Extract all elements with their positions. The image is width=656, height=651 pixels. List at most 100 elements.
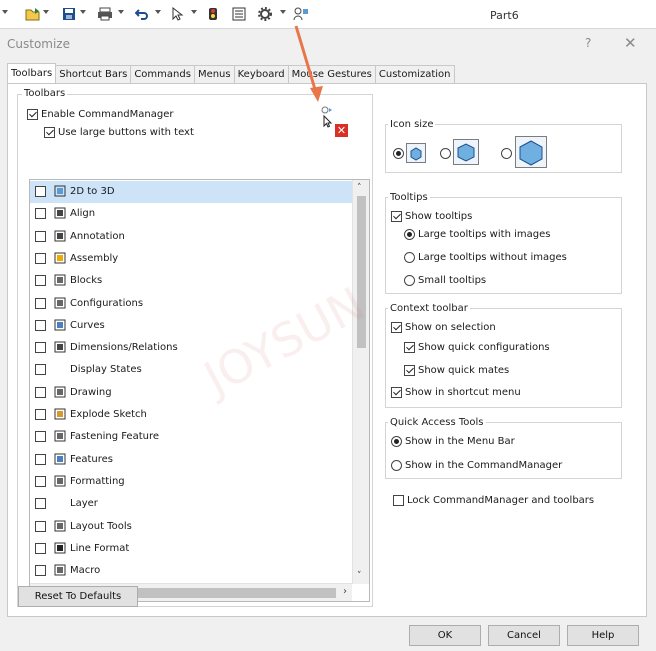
tab-toolbars[interactable]: Toolbars <box>7 63 57 84</box>
toolbar-list-checkbox[interactable] <box>35 364 46 376</box>
toolbar-list-item[interactable]: Explode Sketch <box>30 404 352 426</box>
cancel-button[interactable]: Cancel <box>488 625 560 646</box>
toolbar-list-label: Layer <box>70 498 98 510</box>
toolbar-list-label: Features <box>70 453 113 465</box>
icon-size-small-radio[interactable] <box>393 148 404 159</box>
dropdown-arrow-icon[interactable] <box>280 10 286 14</box>
toolbar-list-checkbox[interactable] <box>35 342 46 354</box>
large-buttons-checkbox[interactable] <box>44 127 55 138</box>
toolbar-list-checkbox[interactable] <box>35 186 46 197</box>
toolbar-list-item[interactable]: Drawing <box>30 382 352 404</box>
tab-commands[interactable]: Commands <box>130 65 195 84</box>
toolbar-list-label: Formatting <box>70 475 125 487</box>
large-tooltips-no-images-radio[interactable] <box>404 252 415 263</box>
toolbar-list-checkbox[interactable] <box>35 319 46 331</box>
toolbar-list-checkbox[interactable] <box>35 431 46 443</box>
toolbar-list-item[interactable]: Fastening Feature <box>30 426 352 448</box>
print-icon[interactable] <box>97 6 113 22</box>
large-tooltips-images-radio[interactable] <box>404 229 415 240</box>
toolbar-list-checkbox[interactable] <box>35 409 46 420</box>
dropdown-arrow-icon[interactable] <box>118 10 124 14</box>
dropdown-arrow-icon[interactable] <box>155 10 161 14</box>
dropdown-arrow-icon[interactable] <box>191 10 197 14</box>
tab-shortcut-bars[interactable]: Shortcut Bars <box>55 65 132 84</box>
toolbar-list-item[interactable]: Layer <box>30 493 352 515</box>
toolbar-list-checkbox[interactable] <box>35 386 46 398</box>
file-properties-icon[interactable] <box>232 6 246 22</box>
show-on-selection-checkbox[interactable] <box>391 322 402 333</box>
toolbar-list[interactable]: 2D to 3D Align Annotation Assembly Blocks Con… <box>29 179 370 602</box>
toolbar-list-label: Blocks <box>70 275 103 287</box>
show-in-commandmanager-radio[interactable] <box>391 460 402 471</box>
toolbars-group-label: Toolbars <box>22 88 68 99</box>
icon-size-large-radio[interactable] <box>501 148 512 159</box>
toolbar-list-item[interactable]: Annotation <box>30 226 352 248</box>
toolbar-list-checkbox[interactable] <box>35 520 46 532</box>
vertical-scrollbar[interactable]: ˄ ˅ <box>352 180 369 584</box>
show-tooltips-checkbox[interactable] <box>391 211 402 222</box>
icon-size-medium-radio[interactable] <box>440 148 451 159</box>
toolbars-panel: Toolbars Enable CommandManager Use large… <box>7 25 647 617</box>
show-in-menu-bar-label: Show in the Menu Bar <box>405 436 515 447</box>
close-icon[interactable]: ✕ <box>624 34 637 52</box>
show-in-shortcut-menu-label: Show in shortcut menu <box>405 387 521 398</box>
toolbar-list-checkbox[interactable] <box>35 297 46 309</box>
help-icon[interactable]: ? <box>585 36 591 50</box>
dimensions-icon <box>53 340 67 354</box>
toolbar-list-item[interactable]: Display States <box>30 359 352 381</box>
show-in-menu-bar-radio[interactable] <box>391 436 402 447</box>
dropdown-arrow-icon[interactable] <box>43 10 49 14</box>
large-tooltips-no-images-label: Large tooltips without images <box>418 252 567 263</box>
scroll-down-icon[interactable]: ˅ <box>357 571 362 581</box>
toolbar-list-item[interactable]: Assembly <box>30 248 352 270</box>
toolbar-list-checkbox[interactable] <box>35 252 46 264</box>
toolbar-list-item[interactable]: Features <box>30 449 352 471</box>
customize-dialog: Customize ? ✕ Toolbars Shortcut Bars Com… <box>0 25 656 651</box>
toolbar-list-item[interactable]: Formatting <box>30 471 352 493</box>
tab-customization[interactable]: Customization <box>374 65 455 84</box>
toolbar-list-item[interactable]: Line Format <box>30 538 352 560</box>
toolbar-list-label: Display States <box>70 364 142 376</box>
toolbar-list-checkbox[interactable] <box>35 498 46 510</box>
assembly-icon <box>53 251 67 265</box>
undo-icon[interactable] <box>135 6 149 22</box>
lock-commandmanager-checkbox[interactable] <box>393 495 404 506</box>
reset-to-defaults-button[interactable]: Reset To Defaults <box>18 586 138 607</box>
options-gear-icon[interactable] <box>258 6 272 22</box>
dropdown-arrow-icon[interactable] <box>2 10 8 14</box>
toolbar-list-checkbox[interactable] <box>35 453 46 465</box>
annotation-icon <box>53 229 67 243</box>
select-pointer-icon[interactable] <box>172 6 184 22</box>
enable-commandmanager-checkbox[interactable] <box>27 109 38 120</box>
layout-tools-icon <box>53 519 67 533</box>
show-quick-configurations-checkbox[interactable] <box>404 342 415 353</box>
show-in-shortcut-menu-checkbox[interactable] <box>391 387 402 398</box>
show-quick-mates-checkbox[interactable] <box>404 365 415 376</box>
save-icon[interactable] <box>62 6 76 22</box>
toolbar-list-item[interactable]: Macro <box>30 560 352 582</box>
help-button[interactable]: Help <box>567 625 639 646</box>
open-icon[interactable] <box>25 6 41 22</box>
ok-button[interactable]: OK <box>409 625 481 646</box>
toolbar-list-item[interactable]: Align <box>30 203 352 225</box>
scroll-right-icon[interactable]: › <box>343 586 347 597</box>
rebuild-icon[interactable] <box>208 6 218 22</box>
toolbar-list-checkbox[interactable] <box>35 230 46 242</box>
small-tooltips-radio[interactable] <box>404 275 415 286</box>
scroll-up-icon[interactable]: ˄ <box>357 183 362 193</box>
toolbar-list-checkbox[interactable] <box>35 542 46 554</box>
configurations-icon <box>53 296 67 310</box>
large-tooltips-images-label: Large tooltips with images <box>418 229 551 240</box>
toolbar-list-checkbox[interactable] <box>35 475 46 487</box>
toolbar-list-item[interactable]: Blocks <box>30 270 352 292</box>
toolbar-list-item[interactable]: Layout Tools <box>30 516 352 538</box>
tab-menus[interactable]: Menus <box>193 65 235 84</box>
customize-icon[interactable] <box>293 6 309 22</box>
toolbar-list-checkbox[interactable] <box>35 208 46 220</box>
tab-keyboard[interactable]: Keyboard <box>233 65 289 84</box>
dropdown-arrow-icon[interactable] <box>80 10 86 14</box>
toolbar-list-checkbox[interactable] <box>35 565 46 577</box>
toolbar-list-checkbox[interactable] <box>35 275 46 287</box>
toolbar-list-item[interactable]: 2D to 3D <box>30 181 352 203</box>
toolbar-list-label: Fastening Feature <box>70 431 160 443</box>
